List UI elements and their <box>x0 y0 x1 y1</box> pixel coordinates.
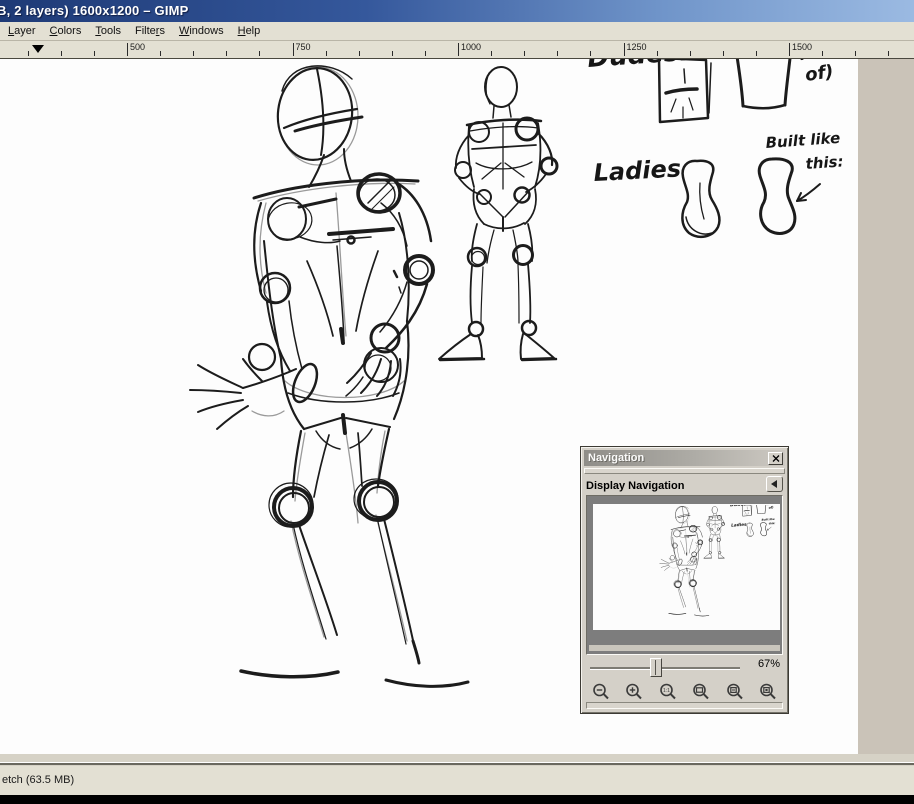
magnifier-minus-icon <box>591 682 611 701</box>
navigation-preview[interactable] <box>586 495 783 655</box>
menu-windows[interactable]: Windows <box>172 23 231 39</box>
bottom-black-band <box>0 795 914 804</box>
gimp-window: { "window": { "title": "B, 2 layers) 160… <box>0 0 914 804</box>
zoom-out-button[interactable] <box>589 680 613 702</box>
navigation-dialog-title: Navigation <box>588 452 644 464</box>
zoom-slider-track[interactable] <box>590 667 740 669</box>
window-titlebar[interactable]: B, 2 layers) 1600x1200 – GIMP <box>0 0 914 22</box>
magnifier-fill-window-icon <box>725 682 745 701</box>
ruler-position-marker-icon <box>32 45 44 53</box>
canvas-bottom-gap <box>0 754 914 762</box>
window-title: B, 2 layers) 1600x1200 – GIMP <box>0 3 189 18</box>
navigation-drag-strip[interactable] <box>584 468 785 474</box>
menu-filters[interactable]: Filters <box>128 23 172 39</box>
ruler-label: 1500 <box>792 42 812 52</box>
menu-tools[interactable]: Tools <box>88 23 128 39</box>
menu-help[interactable]: Help <box>231 23 268 39</box>
horizontal-ruler[interactable]: 500 750 1000 1250 1500 <box>0 41 914 59</box>
navigation-thumbnail-sketch <box>626 505 778 628</box>
left-triangle-icon <box>771 480 778 488</box>
magnifier-fit-image-icon <box>691 682 711 701</box>
navigation-bottom-strip[interactable] <box>586 702 783 709</box>
ruler-label: 500 <box>130 42 145 52</box>
menu-colors[interactable]: Colors <box>43 23 89 39</box>
ruler-label: 750 <box>296 42 311 52</box>
navigation-close-button[interactable] <box>768 452 783 465</box>
zoom-fill-window-button[interactable] <box>723 680 747 702</box>
display-navigation-label: Display Navigation <box>586 480 684 492</box>
zoom-1-1-button[interactable]: 1:1 <box>656 680 680 702</box>
ruler-label: 1000 <box>461 42 481 52</box>
svg-text:1:1: 1:1 <box>663 688 670 694</box>
menu-layer[interactable]: Layer <box>1 23 43 39</box>
status-bar: etch (63.5 MB) <box>0 766 914 795</box>
navigation-dialog[interactable]: Navigation Display Navigation 67% <box>580 446 789 714</box>
zoom-shrink-wrap-button[interactable] <box>756 680 780 702</box>
navigation-menu-button[interactable] <box>766 476 783 492</box>
ruler-label: 1250 <box>627 42 647 52</box>
navigation-dialog-titlebar[interactable]: Navigation <box>584 450 785 466</box>
magnifier-shrink-wrap-icon <box>758 682 778 701</box>
zoom-percent-label: 67% <box>758 658 780 670</box>
canvas-padding-area <box>858 59 914 754</box>
close-icon <box>772 455 780 462</box>
zoom-in-button[interactable] <box>622 680 646 702</box>
navigation-zoom-buttons: 1:1 <box>589 680 780 702</box>
navigation-thumbnail[interactable] <box>593 504 780 630</box>
status-memory-text: etch (63.5 MB) <box>2 774 74 786</box>
menu-bar[interactable]: LayerColorsToolsFiltersWindowsHelp <box>0 22 914 41</box>
magnifier-1-1-icon: 1:1 <box>658 682 678 701</box>
zoom-fit-image-button[interactable] <box>689 680 713 702</box>
navigation-preview-footer <box>589 645 780 651</box>
magnifier-plus-icon <box>624 682 644 701</box>
zoom-slider-handle[interactable] <box>650 658 662 677</box>
